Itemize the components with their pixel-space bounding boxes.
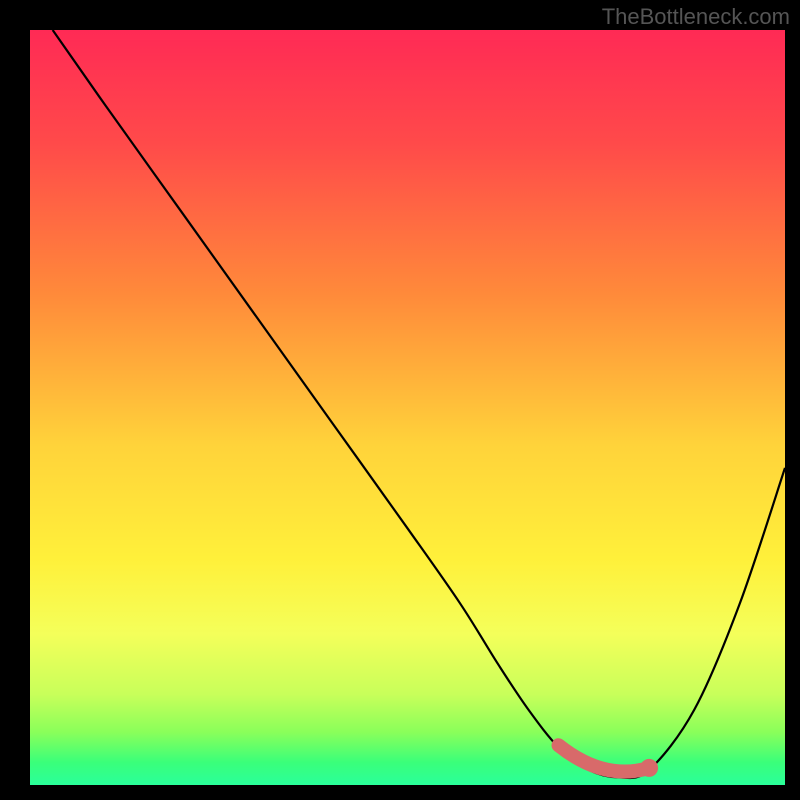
chart-plot-area <box>30 30 785 785</box>
chart-curve-layer <box>30 30 785 785</box>
optimal-range-marker <box>559 745 650 771</box>
optimal-point-dot <box>640 759 658 777</box>
watermark-text: TheBottleneck.com <box>602 4 790 30</box>
bottleneck-curve <box>53 30 785 778</box>
